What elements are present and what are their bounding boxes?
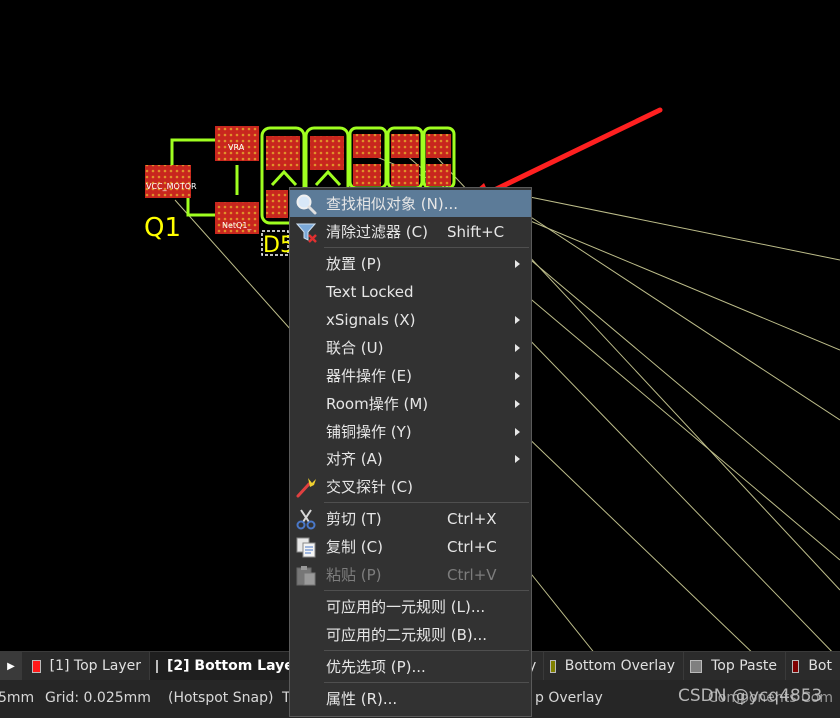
- submenu-arrow-icon: [515, 315, 520, 324]
- menu-item-place[interactable]: 放置 (P): [290, 250, 531, 277]
- status-grid[interactable]: Grid: 0.025mm: [45, 690, 151, 706]
- menu-item-shortcut: Ctrl+C: [447, 537, 497, 556]
- menu-item-polygon-actions[interactable]: 铺铜操作 (Y): [290, 418, 531, 445]
- tab-top-layer[interactable]: [1] Top Layer: [26, 652, 150, 680]
- menu-item-label: 剪切 (T): [326, 510, 382, 528]
- status-overlay: p Overlay: [535, 690, 603, 706]
- menu-item-label: 优先选项 (P)...: [326, 658, 426, 676]
- menu-item-binary-rules[interactable]: 可应用的二元规则 (B)...: [290, 621, 531, 648]
- layer-color-swatch: [690, 659, 703, 673]
- menu-item-label: 交叉探针 (C): [326, 478, 413, 496]
- layer-color-swatch: [156, 659, 158, 673]
- submenu-arrow-icon: [515, 371, 520, 380]
- tab-bottom-layer[interactable]: [2] Bottom Laye: [150, 652, 294, 680]
- status-snap[interactable]: (Hotspot Snap): [168, 690, 273, 706]
- layer-color-swatch: [550, 659, 556, 673]
- tab-label: Top Paste: [711, 658, 777, 674]
- menu-item-label: 粘贴 (P): [326, 566, 382, 584]
- menu-item-label: 可应用的一元规则 (L)...: [326, 598, 486, 616]
- layer-color-swatch: [792, 659, 800, 673]
- scissors-icon: [296, 509, 316, 530]
- filter-clear-icon: [295, 223, 317, 243]
- menu-item-xsignals[interactable]: xSignals (X): [290, 306, 531, 333]
- menu-item-copy[interactable]: 复制 (C) Ctrl+C: [290, 533, 531, 560]
- submenu-arrow-icon: [515, 427, 520, 436]
- menu-item-label: 放置 (P): [326, 255, 382, 273]
- menu-item-paste[interactable]: 粘贴 (P) Ctrl+V: [290, 561, 531, 588]
- menu-item-shortcut: Shift+C: [447, 222, 505, 241]
- menu-item-label: 联合 (U): [326, 339, 384, 357]
- menu-item-room-actions[interactable]: Room操作 (M): [290, 390, 531, 417]
- menu-item-label: 铺铜操作 (Y): [326, 423, 412, 441]
- submenu-arrow-icon: [515, 399, 520, 408]
- menu-item-cross-probe[interactable]: 交叉探针 (C): [290, 473, 531, 500]
- menu-separator: [324, 590, 529, 591]
- tab-label: Bot: [808, 658, 832, 674]
- pad-label-netq1: NetQ1_: [222, 221, 252, 230]
- status-unit: 5mm: [0, 690, 35, 706]
- watermark: CSDN @ycq4853: [678, 686, 823, 706]
- pad-label-vcc-motor: VCC_MOTOR: [146, 182, 197, 191]
- menu-item-label: 查找相似对象 (N)...: [326, 195, 458, 213]
- menu-item-shortcut: Ctrl+X: [447, 509, 497, 528]
- menu-item-unary-rules[interactable]: 可应用的一元规则 (L)...: [290, 593, 531, 620]
- menu-item-label: Room操作 (M): [326, 395, 429, 413]
- copy-icon: [296, 537, 316, 558]
- menu-separator: [324, 247, 529, 248]
- tab-top-paste[interactable]: Top Paste: [684, 652, 786, 680]
- tab-label: [1] Top Layer: [49, 658, 141, 674]
- menu-item-label: Text Locked: [326, 282, 414, 301]
- menu-separator: [324, 682, 529, 683]
- menu-item-label: 属性 (R)...: [326, 690, 398, 708]
- menu-item-label: 器件操作 (E): [326, 367, 412, 385]
- menu-item-label: 可应用的二元规则 (B)...: [326, 626, 488, 644]
- menu-item-align[interactable]: 对齐 (A): [290, 445, 531, 472]
- search-icon: [296, 194, 317, 215]
- menu-item-label: 对齐 (A): [326, 450, 383, 468]
- tab-scroll-right-button[interactable]: ▶: [0, 652, 22, 680]
- cross-probe-icon: [296, 478, 316, 498]
- menu-item-shortcut: Ctrl+V: [447, 565, 497, 584]
- tab-bottom-solder[interactable]: Bot: [786, 652, 840, 680]
- paste-icon: [296, 566, 316, 586]
- menu-item-preferences[interactable]: 优先选项 (P)...: [290, 653, 531, 680]
- context-menu: 查找相似对象 (N)... 清除过滤器 (C) Shift+C 放置 (P) T…: [289, 187, 532, 717]
- menu-separator: [324, 502, 529, 503]
- submenu-arrow-icon: [515, 454, 520, 463]
- menu-item-label: xSignals (X): [326, 310, 416, 329]
- submenu-arrow-icon: [515, 259, 520, 268]
- menu-item-properties[interactable]: 属性 (R)...: [290, 685, 531, 712]
- layer-color-swatch: [32, 659, 41, 673]
- tab-label: Bottom Overlay: [564, 658, 675, 674]
- designator-q1[interactable]: Q1: [144, 213, 181, 243]
- menu-item-cut[interactable]: 剪切 (T) Ctrl+X: [290, 505, 531, 532]
- menu-item-clear-filter[interactable]: 清除过滤器 (C) Shift+C: [290, 218, 531, 245]
- menu-item-union[interactable]: 联合 (U): [290, 334, 531, 361]
- tab-bottom-overlay[interactable]: Bottom Overlay: [544, 652, 684, 680]
- menu-item-text-locked[interactable]: Text Locked: [290, 278, 531, 305]
- pad-label-vra: VRA: [228, 143, 245, 152]
- tab-label: [2] Bottom Laye: [167, 658, 294, 674]
- menu-item-label: 复制 (C): [326, 538, 383, 556]
- menu-item-find-similar[interactable]: 查找相似对象 (N)...: [290, 190, 531, 217]
- menu-separator: [324, 650, 529, 651]
- submenu-arrow-icon: [515, 343, 520, 352]
- menu-item-component-actions[interactable]: 器件操作 (E): [290, 362, 531, 389]
- menu-item-label: 清除过滤器 (C): [326, 223, 428, 241]
